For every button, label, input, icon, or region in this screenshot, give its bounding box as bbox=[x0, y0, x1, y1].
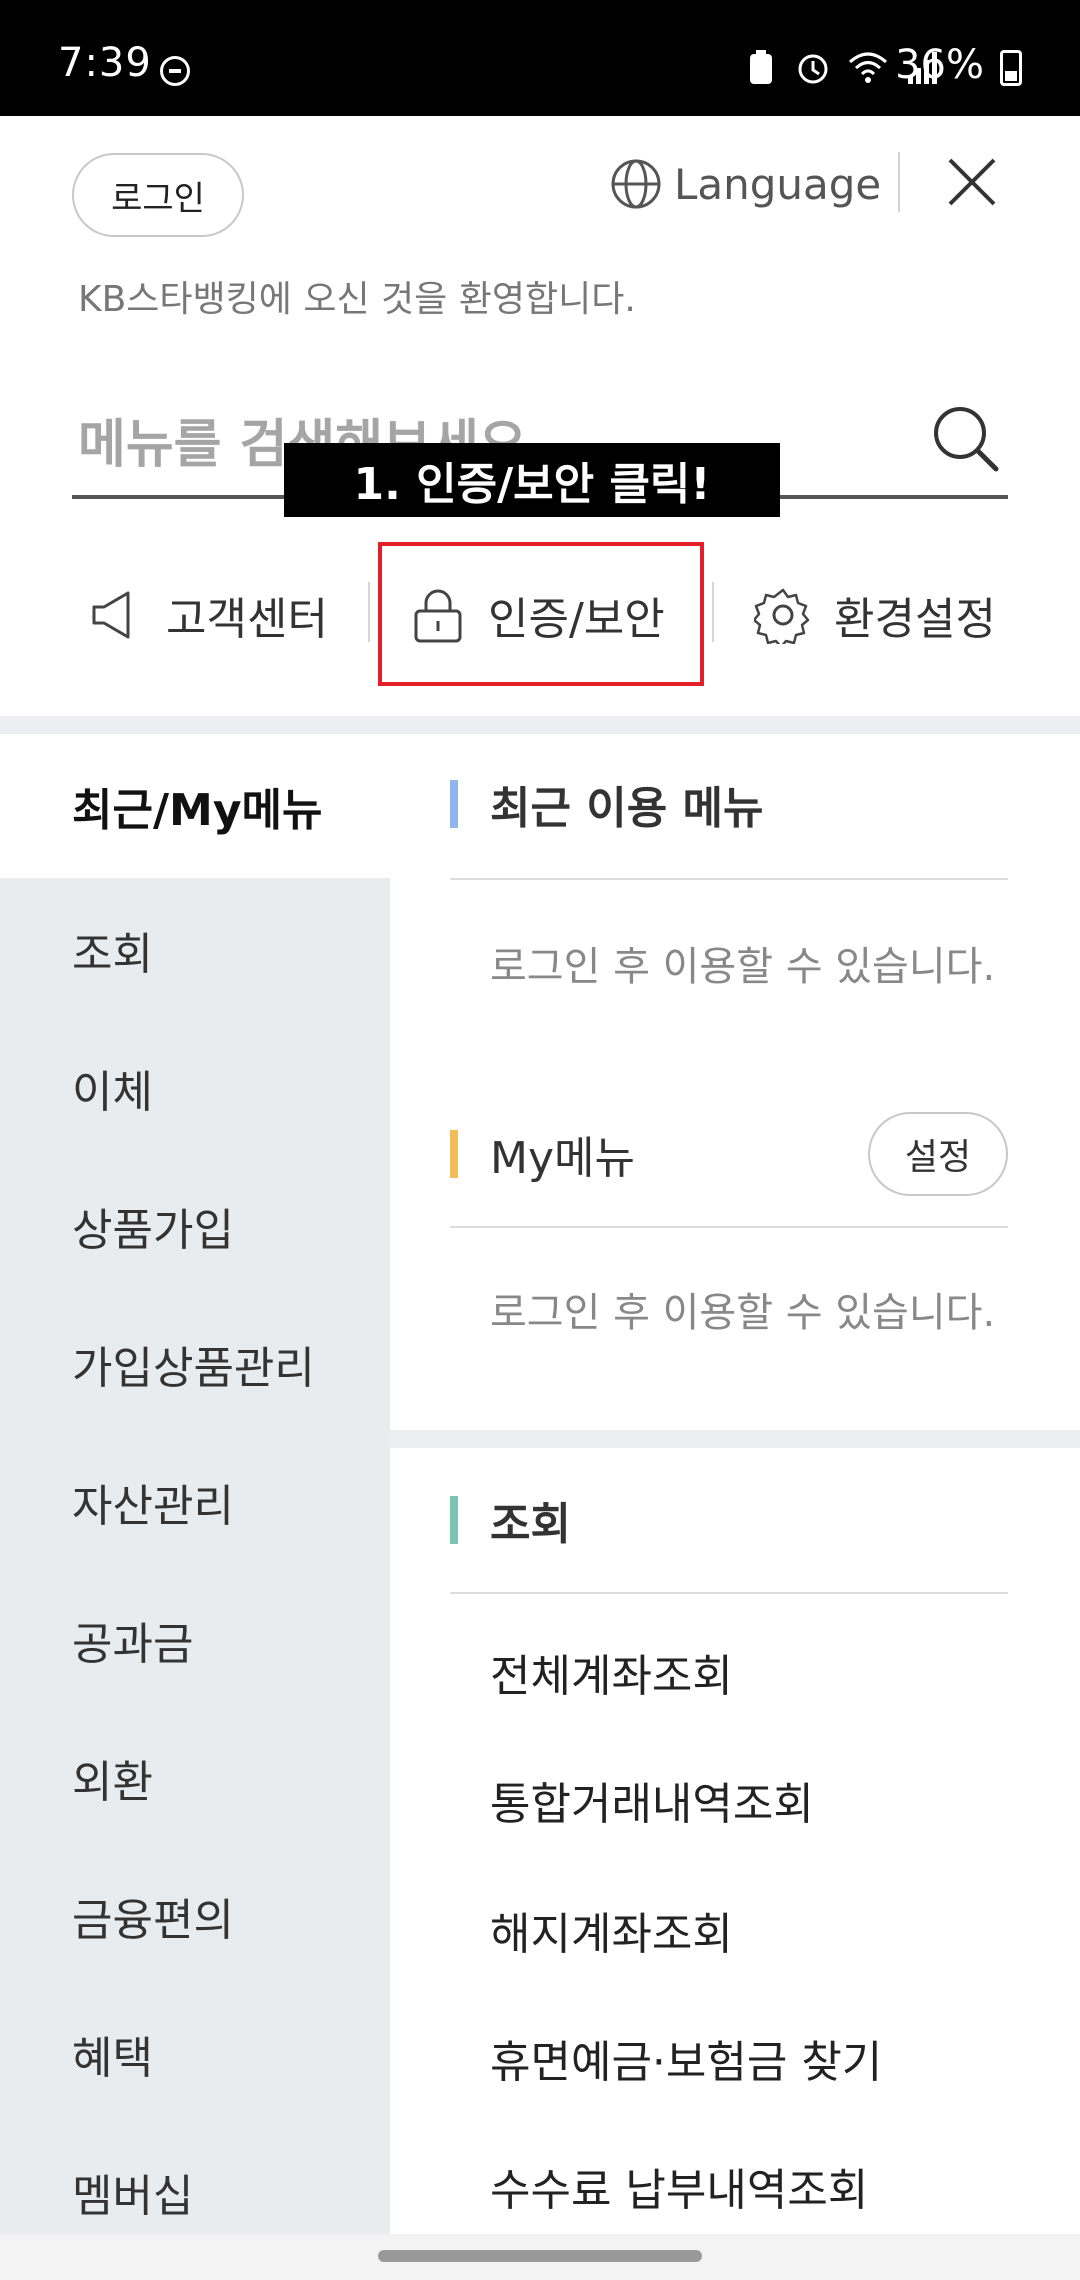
recent-empty-text: 로그인 후 이용할 수 있습니다. bbox=[490, 944, 996, 990]
login-button[interactable]: 로그인 bbox=[72, 153, 244, 237]
inquiry-title: 조회 bbox=[490, 1499, 571, 1550]
close-icon[interactable] bbox=[940, 150, 1004, 214]
nav-item-membership[interactable]: 멤버십 bbox=[72, 2160, 193, 2224]
menu-link-dormant-deposits[interactable]: 휴면예금·보험금 찾기 bbox=[490, 2026, 882, 2090]
tutorial-caption: 1. 인증/보안 클릭! bbox=[284, 443, 780, 517]
battery-saver-icon bbox=[750, 50, 772, 84]
nav-item-product-join[interactable]: 상품가입 bbox=[72, 1194, 234, 1258]
section-separator bbox=[390, 1430, 1080, 1448]
my-menu-accent-bar bbox=[450, 1130, 458, 1178]
my-menu-setting-button[interactable]: 설정 bbox=[868, 1112, 1008, 1196]
menu-link-all-accounts[interactable]: 전체계좌조회 bbox=[490, 1640, 733, 1704]
nav-item-asset-manage[interactable]: 자산관리 bbox=[72, 1470, 234, 1534]
megaphone-icon bbox=[92, 591, 130, 639]
nav-item-transfer[interactable]: 이체 bbox=[72, 1056, 153, 1120]
language-button[interactable]: Language bbox=[610, 154, 881, 214]
battery-percent: 36% bbox=[895, 42, 984, 88]
nav-item-inquiry[interactable]: 조회 bbox=[72, 918, 153, 982]
quick-settings[interactable]: 환경설정 bbox=[754, 540, 996, 690]
quick-divider bbox=[368, 582, 370, 642]
battery-icon bbox=[1000, 50, 1022, 86]
inquiry-accent-bar bbox=[450, 1496, 458, 1544]
globe-icon bbox=[611, 159, 661, 209]
my-menu-empty-text: 로그인 후 이용할 수 있습니다. bbox=[490, 1290, 996, 1336]
home-indicator[interactable] bbox=[378, 2250, 702, 2262]
status-time: 7:39 bbox=[58, 40, 152, 86]
wifi-icon bbox=[849, 52, 887, 83]
tutorial-highlight-box bbox=[378, 542, 704, 686]
menu-link-integrated-history[interactable]: 통합거래내역조회 bbox=[490, 1768, 814, 1832]
alarm-icon bbox=[798, 54, 828, 84]
divider bbox=[450, 1226, 1008, 1228]
header-divider bbox=[898, 152, 900, 212]
search-icon[interactable] bbox=[930, 403, 1002, 475]
divider bbox=[450, 1592, 1008, 1594]
quick-customer-center[interactable]: 고객센터 bbox=[88, 540, 328, 690]
welcome-text: KB스타뱅킹에 오신 것을 환영합니다. bbox=[78, 279, 636, 320]
my-menu-title: My메뉴 bbox=[490, 1133, 635, 1184]
divider bbox=[450, 878, 1008, 880]
quick-label: 고객센터 bbox=[166, 594, 328, 645]
gear-icon bbox=[754, 588, 810, 644]
nav-item-product-manage[interactable]: 가입상품관리 bbox=[72, 1332, 315, 1396]
menu-link-fee-history[interactable]: 수수료 납부내역조회 bbox=[490, 2154, 868, 2218]
nav-item-foreign-exchange[interactable]: 외환 bbox=[72, 1746, 153, 1810]
quick-label: 환경설정 bbox=[834, 594, 996, 645]
do-not-disturb-icon bbox=[160, 56, 190, 86]
nav-item-financial-convenience[interactable]: 금융편의 bbox=[72, 1884, 234, 1948]
recent-menu-title: 최근 이용 메뉴 bbox=[490, 783, 764, 834]
nav-item-benefits[interactable]: 혜택 bbox=[72, 2022, 153, 2086]
status-bar: 7:39 36% bbox=[0, 0, 1080, 116]
section-separator bbox=[0, 716, 1080, 734]
language-label: Language bbox=[674, 159, 882, 209]
quick-divider bbox=[712, 582, 714, 642]
recent-accent-bar bbox=[450, 780, 458, 828]
menu-link-closed-accounts[interactable]: 해지계좌조회 bbox=[490, 1898, 733, 1962]
nav-item-utility-bills[interactable]: 공과금 bbox=[72, 1608, 193, 1672]
nav-item-recent-my[interactable]: 최근/My메뉴 bbox=[72, 774, 322, 838]
